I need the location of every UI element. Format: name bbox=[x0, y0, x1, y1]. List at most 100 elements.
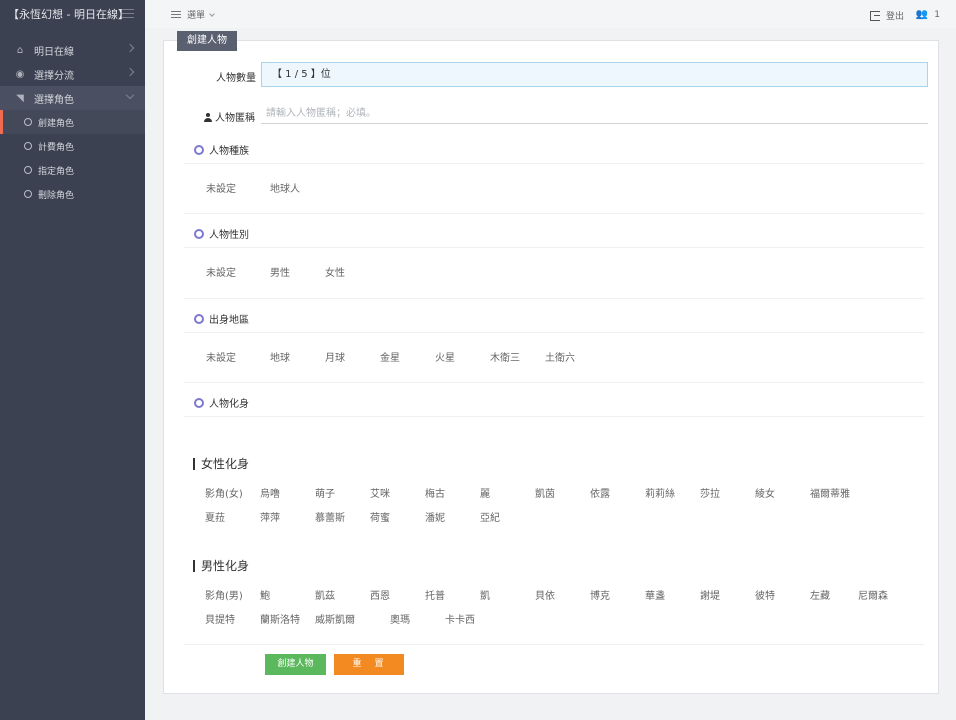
avatar-option[interactable]: 夏菈 bbox=[205, 507, 260, 531]
avatar-option[interactable]: 貝提特 bbox=[205, 609, 260, 633]
avatar-option[interactable]: 莉莉絲 bbox=[645, 483, 700, 507]
origin-option[interactable]: 土衛六 bbox=[545, 347, 600, 371]
gender-option[interactable]: 男性 bbox=[270, 262, 325, 286]
circle-icon bbox=[24, 118, 32, 126]
gender-section: 人物性別 未設定 男性 女性 bbox=[184, 220, 924, 286]
menu-dropdown[interactable]: 選單 bbox=[171, 8, 215, 21]
gender-header: 人物性別 bbox=[184, 220, 924, 248]
avatar-option[interactable]: 萌子 bbox=[315, 483, 370, 507]
race-option[interactable]: 未設定 bbox=[206, 178, 270, 202]
avatar-option[interactable]: 彼特 bbox=[755, 585, 810, 609]
sidebar-subitem-create[interactable]: 創建角色 bbox=[0, 110, 145, 134]
avatar-option[interactable]: 綾女 bbox=[755, 483, 810, 507]
avatar-option[interactable]: 鮑 bbox=[260, 585, 315, 609]
female-avatar-list: 影角(女) 烏噜 萌子 艾咪 梅古 麗 凱茵 依露 莉莉絲 莎拉 綾女 福爾蒂雅 bbox=[205, 483, 905, 507]
origin-section: 出身地區 未設定 地球 月球 金星 火星 木衛三 土衛六 bbox=[184, 305, 924, 371]
female-avatar-list-2: 夏菈 萍萍 慕蕾斯 荷蜜 潘妮 亞紀 bbox=[205, 507, 905, 531]
avatar-option[interactable]: 貝依 bbox=[535, 585, 590, 609]
circle-icon bbox=[24, 190, 32, 198]
sidebar-item-label: 明日在線 bbox=[34, 46, 74, 58]
avatar-option[interactable]: 亞紀 bbox=[480, 507, 535, 531]
user-icon bbox=[204, 113, 212, 122]
name-input[interactable] bbox=[261, 104, 928, 124]
triangle-icon: ◥ bbox=[16, 92, 24, 104]
origin-title: 出身地區 bbox=[209, 315, 249, 326]
origin-option[interactable]: 金星 bbox=[380, 347, 435, 371]
avatar-option[interactable]: 凱 bbox=[480, 585, 535, 609]
female-avatar-title: 女性化身 bbox=[193, 455, 249, 472]
avatar-option[interactable]: 博克 bbox=[590, 585, 645, 609]
sidebar-subitem-billing[interactable]: 計費角色 bbox=[0, 134, 145, 158]
sidebar-collapse-icon[interactable] bbox=[122, 9, 134, 18]
online-users[interactable]: 👥 1 bbox=[916, 9, 940, 20]
avatar-option[interactable]: 蘭斯洛特 bbox=[260, 609, 315, 633]
sidebar-item-character[interactable]: ◥ 選擇角色 bbox=[0, 86, 145, 110]
avatar-option[interactable]: 尼爾森 bbox=[858, 585, 913, 609]
avatar-option[interactable]: 潘妮 bbox=[425, 507, 480, 531]
name-label: 人物匿稱 bbox=[204, 109, 255, 124]
chevron-down-icon bbox=[209, 10, 215, 17]
race-section: 人物種族 未設定 地球人 bbox=[184, 136, 924, 202]
gender-option[interactable]: 女性 bbox=[325, 262, 380, 286]
race-title: 人物種族 bbox=[209, 146, 249, 157]
avatar-option[interactable]: 奧瑪 bbox=[390, 609, 445, 633]
chevron-right-icon bbox=[125, 43, 135, 53]
circle-icon bbox=[24, 166, 32, 174]
users-icon: 👥 bbox=[915, 9, 929, 20]
avatar-option[interactable]: 依露 bbox=[590, 483, 645, 507]
avatar-option[interactable]: 烏噜 bbox=[260, 483, 315, 507]
origin-option[interactable]: 火星 bbox=[435, 347, 490, 371]
sidebar-item-server[interactable]: ◉ 選擇分流 bbox=[0, 62, 145, 86]
avatar-title: 人物化身 bbox=[209, 399, 249, 410]
avatar-option[interactable]: 托普 bbox=[425, 585, 480, 609]
reset-button[interactable]: 重 置 bbox=[334, 654, 404, 675]
avatar-option[interactable]: 華盞 bbox=[645, 585, 700, 609]
create-character-panel: 創建人物 人物數量 【 1 / 5 】位 人物匿稱 人物種族 未設定 地球人 人… bbox=[163, 31, 939, 694]
avatar-option[interactable]: 凱茲 bbox=[315, 585, 370, 609]
circle-icon bbox=[194, 313, 204, 324]
sidebar-subitem-label: 計費角色 bbox=[38, 142, 75, 153]
avatar-option[interactable]: 莎拉 bbox=[700, 483, 755, 507]
origin-option[interactable]: 地球 bbox=[270, 347, 325, 371]
avatar-option[interactable]: 影角(女) bbox=[205, 483, 260, 507]
avatar-option[interactable]: 左藏 bbox=[810, 585, 865, 609]
origin-option[interactable]: 月球 bbox=[325, 347, 380, 371]
avatar-section: 人物化身 bbox=[184, 389, 924, 417]
chevron-right-icon bbox=[125, 67, 135, 77]
menu-icon bbox=[171, 11, 181, 18]
avatar-option[interactable]: 西恩 bbox=[370, 585, 425, 609]
logout-label: 登出 bbox=[885, 12, 904, 22]
avatar-option[interactable]: 慕蕾斯 bbox=[315, 507, 370, 531]
circle-icon bbox=[194, 228, 204, 239]
avatar-option[interactable]: 凱茵 bbox=[535, 483, 590, 507]
circle-icon bbox=[194, 144, 204, 155]
quantity-display: 【 1 / 5 】位 bbox=[261, 62, 928, 87]
users-count: 1 bbox=[934, 9, 940, 20]
brand: 【永恆幻想 - 明日在線】 bbox=[0, 0, 145, 28]
sidebar-subitem-label: 刪除角色 bbox=[38, 190, 75, 201]
avatar-option[interactable]: 福爾蒂雅 bbox=[810, 483, 865, 507]
avatar-option[interactable]: 謝堤 bbox=[700, 585, 755, 609]
avatar-option[interactable]: 梅古 bbox=[425, 483, 480, 507]
sidebar-subitem-assign[interactable]: 指定角色 bbox=[0, 158, 145, 182]
logout-icon bbox=[869, 10, 880, 21]
create-character-button[interactable]: 創建人物 bbox=[265, 654, 326, 675]
race-option[interactable]: 地球人 bbox=[270, 178, 325, 202]
gender-option[interactable]: 未設定 bbox=[206, 262, 270, 286]
globe-icon: ◉ bbox=[15, 68, 25, 80]
avatar-option[interactable]: 荷蜜 bbox=[370, 507, 425, 531]
avatar-option[interactable]: 威斯凱爾 bbox=[315, 609, 390, 633]
avatar-option[interactable]: 艾咪 bbox=[370, 483, 425, 507]
avatar-option[interactable]: 麗 bbox=[480, 483, 535, 507]
sidebar-item-home[interactable]: ⌂ 明日在線 bbox=[0, 38, 145, 62]
logout-button[interactable]: 登出 bbox=[869, 9, 904, 22]
male-avatar-list-overflow: 尼爾森 bbox=[858, 585, 918, 609]
origin-option[interactable]: 木衛三 bbox=[490, 347, 545, 371]
avatar-option[interactable]: 影角(男) bbox=[205, 585, 260, 609]
sidebar-subitem-delete[interactable]: 刪除角色 bbox=[0, 182, 145, 206]
avatar-option[interactable]: 卡卡西 bbox=[445, 609, 500, 633]
origin-option[interactable]: 未設定 bbox=[206, 347, 270, 371]
avatar-option[interactable]: 萍萍 bbox=[260, 507, 315, 531]
brand-title: 【永恆幻想 - 明日在線】 bbox=[8, 8, 129, 21]
avatar-header: 人物化身 bbox=[184, 389, 924, 417]
